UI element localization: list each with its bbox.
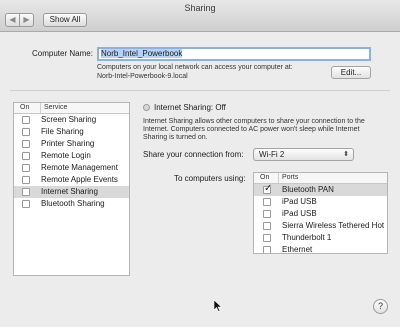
ports-on-column-header[interactable]: On [260,173,269,183]
service-label: Screen Sharing [41,115,97,124]
service-label: Internet Sharing [41,187,98,196]
service-checkbox[interactable] [22,116,30,124]
service-row[interactable]: Internet Sharing [14,186,129,198]
port-checkbox[interactable] [263,198,271,206]
back-button[interactable]: ◀ [5,13,20,27]
help-button[interactable]: ? [373,299,388,314]
service-checkbox[interactable] [22,188,30,196]
port-label: Bluetooth PAN [282,185,334,194]
port-checkbox[interactable] [263,210,271,218]
status-indicator-icon [143,104,150,111]
service-row[interactable]: Printer Sharing [14,138,129,150]
service-row[interactable]: Remote Management [14,162,129,174]
ports-column-header[interactable]: Ports [278,173,298,183]
service-row[interactable]: Screen Sharing [14,114,129,126]
service-checkbox[interactable] [22,164,30,172]
port-checkbox[interactable] [263,222,271,230]
computer-name-info-line2: Norb-Intel-Powerbook-9.local [97,73,188,80]
share-from-select[interactable]: Wi-Fi 2 ⬍ [253,148,354,161]
service-label: Remote Login [41,151,91,160]
port-row[interactable]: Thunderbolt 1 [254,232,387,244]
on-column-header[interactable]: On [20,103,29,113]
port-label: Sierra Wireless Tethered Hot [282,221,385,230]
share-from-value: Wi-Fi 2 [259,150,285,159]
internet-sharing-status: Internet Sharing: Off [154,103,226,112]
computer-name-label: Computer Name: [32,49,93,58]
computer-name-field[interactable]: Norb_Intel_Powerbook [97,47,371,61]
service-list-header: On Service [14,103,129,114]
service-column-header[interactable]: Service [40,103,67,113]
service-checkbox[interactable] [22,140,30,148]
service-list: On Service Screen Sharing File Sharing Pri… [13,102,130,276]
service-label: Printer Sharing [41,139,95,148]
updown-arrows-icon: ⬍ [343,151,349,158]
computer-name-info-line1: Computers on your local network can acce… [97,64,293,71]
forward-button[interactable]: ▶ [19,13,34,27]
service-row[interactable]: Bluetooth Sharing [14,198,129,210]
service-checkbox[interactable] [22,152,30,160]
ports-list-header: On Ports [254,173,387,184]
service-row[interactable]: Remote Login [14,150,129,162]
mouse-pointer-icon [214,300,222,312]
edit-button[interactable]: Edit... [331,66,371,79]
show-all-button[interactable]: Show All [43,13,87,27]
port-label: iPad USB [282,209,317,218]
port-row[interactable]: iPad USB [254,208,387,220]
port-row[interactable]: iPad USB [254,196,387,208]
service-label: File Sharing [41,127,84,136]
divider [10,90,390,91]
port-label: iPad USB [282,197,317,206]
window-title: Sharing [184,3,216,13]
description-line2: Internet. Computers connected to AC powe… [143,126,360,133]
port-checkbox[interactable] [263,183,272,195]
port-row[interactable]: Sierra Wireless Tethered Hot [254,220,387,232]
description-line1: Internet Sharing allows other computers … [143,118,365,125]
title-bar: Sharing ◀ ▶ Show All [0,0,400,32]
sharing-window: Sharing ◀ ▶ Show All Computer Name: Norb… [0,0,400,327]
port-checkbox[interactable] [263,246,271,253]
service-row[interactable]: Remote Apple Events [14,174,129,186]
port-row[interactable]: Bluetooth PAN [254,183,387,196]
port-row[interactable]: Ethernet [254,244,387,254]
ports-list: On Ports Bluetooth PAN iPad USB iPad USB Si… [253,172,388,254]
service-label: Remote Apple Events [41,175,118,184]
service-checkbox[interactable] [22,176,30,184]
computer-name-value: Norb_Intel_Powerbook [101,49,183,58]
port-checkbox[interactable] [263,234,271,242]
port-label: Thunderbolt 1 [282,233,332,242]
service-checkbox[interactable] [22,200,30,208]
description-line3: Sharing is turned on. [143,134,208,141]
service-checkbox[interactable] [22,128,30,136]
share-from-label: Share your connection from: [143,150,244,159]
service-label: Remote Management [41,163,118,172]
to-computers-label: To computers using: [174,174,246,183]
service-row[interactable]: File Sharing [14,126,129,138]
service-label: Bluetooth Sharing [41,199,105,208]
port-label: Ethernet [282,245,313,254]
